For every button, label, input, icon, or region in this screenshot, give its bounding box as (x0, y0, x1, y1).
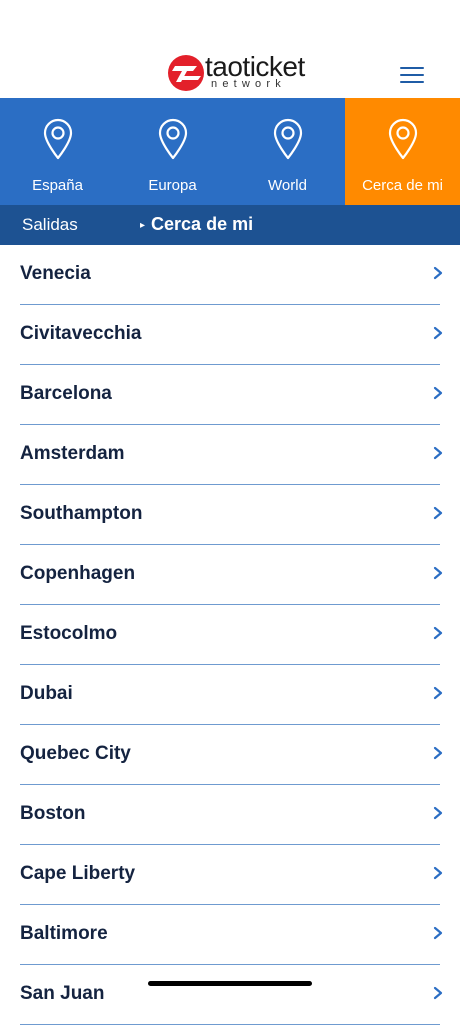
logo-subtext: network (211, 78, 286, 90)
tab-label: World (268, 177, 307, 194)
list-item[interactable]: Barcelona (20, 365, 443, 425)
location-pin-icon (273, 118, 302, 160)
chevron-right-icon (433, 326, 443, 340)
salidas-link[interactable]: Salidas (22, 215, 78, 235)
list-item[interactable]: Boston (20, 785, 443, 845)
tab-label: España (32, 177, 83, 194)
city-name: Dubai (20, 683, 73, 704)
chevron-right-icon (433, 986, 443, 1000)
city-name: Boston (20, 803, 86, 824)
logo-mark-icon (168, 55, 204, 91)
list-item[interactable]: Amsterdam (20, 425, 443, 485)
tab-label: Cerca de mi (362, 177, 443, 194)
breadcrumb-arrow-icon: ▸ (140, 220, 146, 231)
app-header: taoticket network (0, 0, 460, 98)
tab-españa[interactable]: España (0, 98, 115, 205)
breadcrumb-bar: Salidas ▸ Cerca de mi (0, 205, 460, 245)
city-name: Barcelona (20, 383, 112, 404)
chevron-right-icon (433, 746, 443, 760)
list-item[interactable]: Southampton (20, 485, 443, 545)
chevron-right-icon (433, 446, 443, 460)
breadcrumb-current: ▸ Cerca de mi (140, 214, 253, 235)
city-name: Amsterdam (20, 443, 125, 464)
tab-label: Europa (148, 177, 197, 194)
chevron-right-icon (433, 806, 443, 820)
city-name: Southampton (20, 503, 143, 524)
list-item[interactable]: Dubai (20, 665, 443, 725)
list-item[interactable]: Venecia (20, 245, 443, 305)
chevron-right-icon (433, 866, 443, 880)
logo-text: taoticket (205, 51, 305, 82)
city-name: San Juan (20, 983, 105, 1004)
region-tabs: España Europa World Cerca de mi (0, 98, 460, 205)
city-name: Estocolmo (20, 623, 118, 644)
list-item[interactable]: Copenhagen (20, 545, 443, 605)
chevron-right-icon (433, 386, 443, 400)
list-item[interactable]: Estocolmo (20, 605, 443, 665)
chevron-right-icon (433, 566, 443, 580)
location-pin-icon (158, 118, 187, 160)
chevron-right-icon (433, 266, 443, 280)
list-item[interactable]: Baltimore (20, 905, 443, 965)
breadcrumb-current-label: Cerca de mi (151, 214, 254, 234)
taoticket-logo[interactable]: taoticket network (167, 52, 305, 94)
chevron-right-icon (433, 506, 443, 520)
list-item[interactable]: Quebec City (20, 725, 443, 785)
list-item[interactable]: Civitavecchia (20, 305, 443, 365)
chevron-right-icon (433, 626, 443, 640)
city-name: Baltimore (20, 923, 108, 944)
city-list: Venecia Civitavecchia Barcelona Amsterdam So… (0, 245, 460, 1025)
tab-cerca-de-mi[interactable]: Cerca de mi (345, 98, 460, 205)
location-pin-icon (388, 118, 417, 160)
chevron-right-icon (433, 926, 443, 940)
city-name: Cape Liberty (20, 863, 136, 884)
city-name: Quebec City (20, 743, 131, 764)
location-pin-icon (43, 118, 72, 160)
list-item[interactable]: Cape Liberty (20, 845, 443, 905)
tab-europa[interactable]: Europa (115, 98, 230, 205)
chevron-right-icon (433, 686, 443, 700)
city-name: Civitavecchia (20, 323, 142, 344)
city-name: Venecia (20, 263, 91, 284)
tab-world[interactable]: World (230, 98, 345, 205)
hamburger-menu-icon[interactable] (396, 62, 428, 88)
home-indicator (148, 981, 312, 986)
list-item[interactable]: San Juan (20, 965, 443, 1025)
city-name: Copenhagen (20, 563, 136, 584)
